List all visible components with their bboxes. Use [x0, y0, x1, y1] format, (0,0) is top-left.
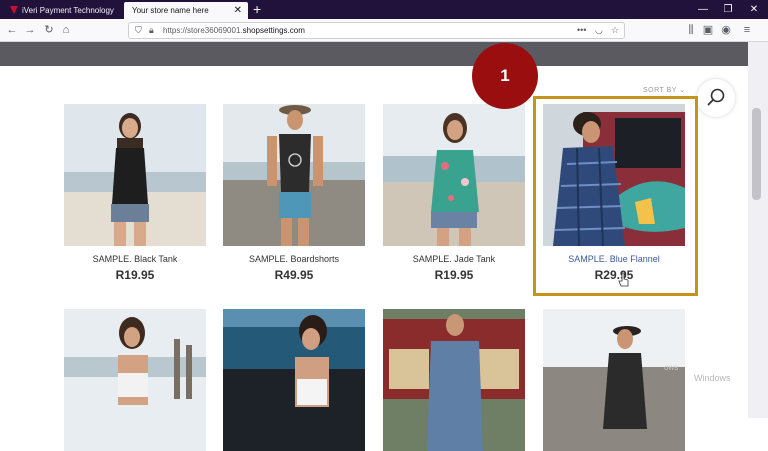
back-icon[interactable]: ←: [4, 19, 20, 42]
tab-store[interactable]: Your store name here ✕: [124, 2, 248, 19]
url-text: https://store36069001.shopsettings.com: [163, 26, 305, 35]
sort-by-dropdown[interactable]: SORT BY ⌄: [643, 86, 686, 94]
product-image[interactable]: [383, 309, 525, 451]
menu-icon[interactable]: ≡: [739, 19, 755, 42]
pocket-icon[interactable]: ◡: [595, 23, 603, 38]
browser-nav-bar: ← → ↻ ⌂ ⛉ 🔒︎ https://store36069001.shops…: [0, 19, 768, 42]
product-image[interactable]: [383, 104, 525, 246]
product-image[interactable]: [543, 309, 685, 451]
scrollbar-thumb[interactable]: [752, 108, 761, 200]
search-button[interactable]: [697, 79, 735, 117]
page-scrollbar[interactable]: [748, 42, 768, 418]
product-image[interactable]: [223, 309, 365, 451]
step-number-badge: 1: [472, 43, 538, 109]
home-icon[interactable]: ⌂: [58, 19, 74, 42]
store-header-band: [0, 42, 748, 66]
product-price: R19.95: [434, 268, 474, 282]
shield-icon[interactable]: ⛉: [135, 23, 142, 38]
bookmark-star-icon[interactable]: ☆: [611, 23, 619, 38]
product-image[interactable]: [64, 309, 206, 451]
maximize-button[interactable]: ❐: [715, 0, 741, 19]
iveri-favicon-icon: [10, 6, 18, 14]
search-icon: [707, 88, 725, 106]
url-bar[interactable]: ⛉ 🔒︎ https://store36069001.shopsettings.…: [128, 22, 625, 39]
product-image[interactable]: [223, 104, 365, 246]
product-price: R49.95: [274, 268, 314, 282]
account-icon[interactable]: ◉: [718, 19, 734, 42]
reload-icon[interactable]: ↻: [41, 19, 57, 42]
new-tab-button[interactable]: +: [253, 1, 261, 18]
product-name[interactable]: SAMPLE. Black Tank: [64, 254, 206, 264]
product-image[interactable]: [64, 104, 206, 246]
product-name[interactable]: SAMPLE. Jade Tank: [383, 254, 525, 264]
forward-icon[interactable]: →: [22, 19, 38, 42]
lock-icon[interactable]: 🔒︎: [149, 23, 154, 38]
close-tab-icon[interactable]: ✕: [234, 2, 242, 19]
minimize-button[interactable]: —: [690, 0, 716, 19]
sidebar-icon[interactable]: ▣: [700, 19, 716, 42]
library-icon[interactable]: ⫼: [683, 19, 699, 42]
tab-title: Your store name here: [132, 6, 209, 15]
close-window-button[interactable]: ✕: [741, 0, 767, 19]
tab-iveri[interactable]: iVeri Payment Technology Con: [2, 2, 124, 32]
product-price: R19.95: [115, 268, 155, 282]
hand-cursor-icon: [618, 272, 629, 287]
page-actions-icon[interactable]: •••: [577, 23, 586, 38]
highlight-box: [533, 96, 698, 296]
windows-watermark: ows: [664, 363, 679, 372]
product-name[interactable]: SAMPLE. Boardshorts: [223, 254, 365, 264]
browser-tab-bar: iVeri Payment Technology Con Your store …: [0, 0, 768, 32]
windows-watermark: Windows: [694, 373, 731, 383]
